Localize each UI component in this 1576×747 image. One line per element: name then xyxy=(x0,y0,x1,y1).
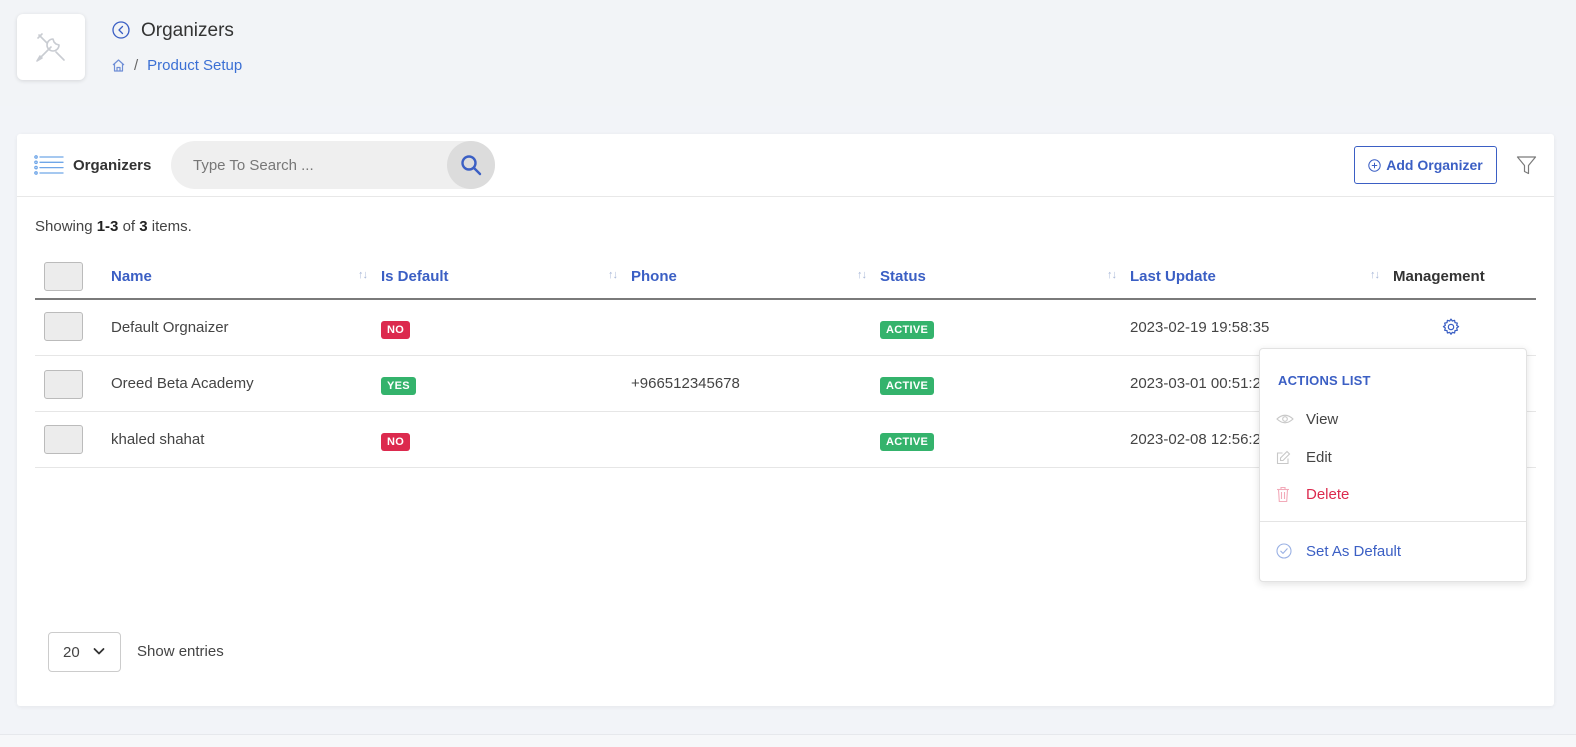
cell-last-update: 2023-02-08 12:56:2 xyxy=(1130,431,1261,448)
results-summary: Showing 1-3 of 3 items. xyxy=(35,218,192,235)
table-header: Name ↑↓ Is Default ↑↓ Phone ↑↓ Status ↑↓… xyxy=(35,256,1536,300)
trash-icon xyxy=(1277,486,1289,502)
row-checkbox[interactable] xyxy=(44,370,83,399)
menu-item-delete[interactable]: Delete xyxy=(1260,477,1526,511)
tools-icon xyxy=(36,33,65,62)
cell-last-update: 2023-02-19 19:58:35 xyxy=(1130,319,1270,336)
cell-name: khaled shahat xyxy=(111,431,205,448)
menu-item-label: View xyxy=(1306,410,1339,428)
menu-item-view[interactable]: View xyxy=(1260,402,1526,436)
actions-menu: ACTIONS LIST View Edit Delete Set As Def… xyxy=(1259,348,1527,582)
column-header-phone[interactable]: Phone xyxy=(631,268,677,285)
chevron-down-icon xyxy=(93,648,105,655)
search-icon xyxy=(461,155,482,176)
menu-item-label: Delete xyxy=(1306,485,1350,503)
app-tile xyxy=(17,14,85,80)
search-button[interactable] xyxy=(447,141,495,189)
add-organizer-button[interactable]: Add Organizer xyxy=(1354,146,1497,184)
cell-phone: +966512345678 xyxy=(631,375,740,392)
column-header-last-update[interactable]: Last Update xyxy=(1130,268,1216,285)
cell-name: Oreed Beta Academy xyxy=(111,375,254,392)
menu-item-label: Edit xyxy=(1306,448,1332,466)
per-page-value: 20 xyxy=(63,643,80,661)
row-checkbox[interactable] xyxy=(44,312,83,341)
menu-item-label: Set As Default xyxy=(1306,542,1402,560)
column-header-name[interactable]: Name xyxy=(111,268,152,285)
actions-menu-title: ACTIONS LIST xyxy=(1278,373,1371,388)
eye-icon xyxy=(1276,414,1294,424)
search-box xyxy=(171,141,495,189)
summary-prefix: Showing xyxy=(35,218,97,235)
sort-icon[interactable]: ↑↓ xyxy=(1370,269,1380,281)
status-badge: ACTIVE xyxy=(880,321,935,339)
menu-item-set-as-default[interactable]: Set As Default xyxy=(1260,534,1526,568)
sort-icon[interactable]: ↑↓ xyxy=(857,269,867,281)
gear-icon[interactable] xyxy=(1441,317,1461,337)
add-circle-icon xyxy=(1368,158,1381,172)
is-default-badge: NO xyxy=(381,433,411,451)
back-icon[interactable] xyxy=(112,21,130,39)
status-badge: ACTIVE xyxy=(880,377,935,395)
column-header-is-default[interactable]: Is Default xyxy=(381,268,449,285)
is-default-badge: NO xyxy=(381,321,411,339)
column-header-status[interactable]: Status xyxy=(880,268,926,285)
add-organizer-label: Add Organizer xyxy=(1386,157,1483,173)
cell-last-update: 2023-03-01 00:51:2 xyxy=(1130,375,1261,392)
breadcrumb-separator: / xyxy=(134,57,139,74)
cell-name: Default Orgnaizer xyxy=(111,319,229,336)
summary-suffix: items. xyxy=(147,218,192,235)
summary-mid: of xyxy=(118,218,140,235)
page-title: Organizers xyxy=(141,20,234,41)
row-checkbox[interactable] xyxy=(44,425,83,454)
edit-icon xyxy=(1276,450,1291,464)
filter-icon[interactable] xyxy=(1516,155,1537,176)
summary-total: 3 xyxy=(139,218,148,235)
status-badge: ACTIVE xyxy=(880,433,935,451)
breadcrumb-item-product-setup[interactable]: Product Setup xyxy=(147,57,242,74)
summary-range: 1-3 xyxy=(96,218,119,235)
home-icon[interactable] xyxy=(111,58,126,73)
card-toolbar: Organizers Add Organizer xyxy=(17,134,1554,197)
is-default-badge: YES xyxy=(381,377,416,395)
sort-icon[interactable]: ↑↓ xyxy=(1107,269,1117,281)
sort-icon[interactable]: ↑↓ xyxy=(358,269,368,281)
show-entries-label: Show entries xyxy=(137,643,224,660)
sort-icon[interactable]: ↑↓ xyxy=(608,269,618,281)
per-page-select[interactable]: 20 xyxy=(48,632,121,672)
breadcrumb: / Product Setup xyxy=(111,57,242,74)
select-all-checkbox[interactable] xyxy=(44,262,83,291)
toolbar-title: Organizers xyxy=(73,157,152,174)
page-header: Organizers / Product Setup xyxy=(0,0,1576,106)
check-circle-icon xyxy=(1276,543,1292,559)
footer-strip xyxy=(0,734,1576,747)
search-input[interactable] xyxy=(193,141,443,189)
menu-item-edit[interactable]: Edit xyxy=(1260,440,1526,474)
menu-divider xyxy=(1260,521,1526,522)
column-header-management: Management xyxy=(1393,268,1485,285)
list-icon xyxy=(34,155,64,175)
